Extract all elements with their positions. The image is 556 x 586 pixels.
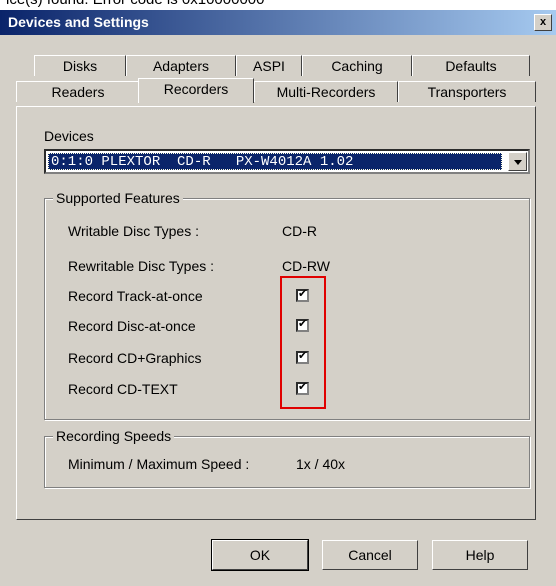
tab-readers[interactable]: Readers [16,81,140,102]
record-cd-text-label: Record CD-TEXT [68,381,178,397]
record-cd-graphics-label: Record CD+Graphics [68,350,202,366]
writable-disc-types-value: CD-R [282,223,317,239]
highlight-annotation-box [280,276,326,409]
speed-value: 1x / 40x [296,456,346,472]
tab-defaults[interactable]: Defaults [412,55,530,76]
close-button[interactable]: x [534,14,552,31]
tab-recorders[interactable]: Recorders [138,78,254,103]
rewritable-disc-types-label: Rewritable Disc Types : [68,258,215,274]
supported-features-title: Supported Features [53,190,183,206]
writable-disc-types-label: Writable Disc Types : [68,223,199,239]
recording-speeds-title: Recording Speeds [53,428,175,444]
record-disc-at-once-label: Record Disc-at-once [68,318,196,334]
devices-label: Devices [44,128,94,144]
tab-caching[interactable]: Caching [302,55,412,76]
speed-label: Minimum / Maximum Speed : [68,456,250,472]
record-track-at-once-label: Record Track-at-once [68,288,203,304]
background-text-strip: ice(s) found. Error code is 0x10000000 [0,0,556,10]
help-button[interactable]: Help [432,540,528,570]
tab-multi-recorders[interactable]: Multi-Recorders [254,81,398,102]
devices-dropdown[interactable]: 0:1:0 PLEXTOR CD-R PX-W4012A 1.02 [44,149,530,174]
ok-button[interactable]: OK [211,539,309,571]
cancel-button[interactable]: Cancel [322,540,418,570]
tab-aspi[interactable]: ASPI [236,55,302,76]
title-bar: Devices and Settings x [0,10,556,35]
tab-adapters[interactable]: Adapters [126,55,236,76]
tab-transporters[interactable]: Transporters [398,81,536,102]
background-status-text: ice(s) found. Error code is 0x10000000 [6,0,264,8]
tab-disks[interactable]: Disks [34,55,126,76]
devices-selected-value: 0:1:0 PLEXTOR CD-R PX-W4012A 1.02 [48,153,502,170]
dropdown-arrow-icon[interactable] [508,152,527,171]
window-title: Devices and Settings [8,14,149,30]
rewritable-disc-types-value: CD-RW [282,258,330,274]
